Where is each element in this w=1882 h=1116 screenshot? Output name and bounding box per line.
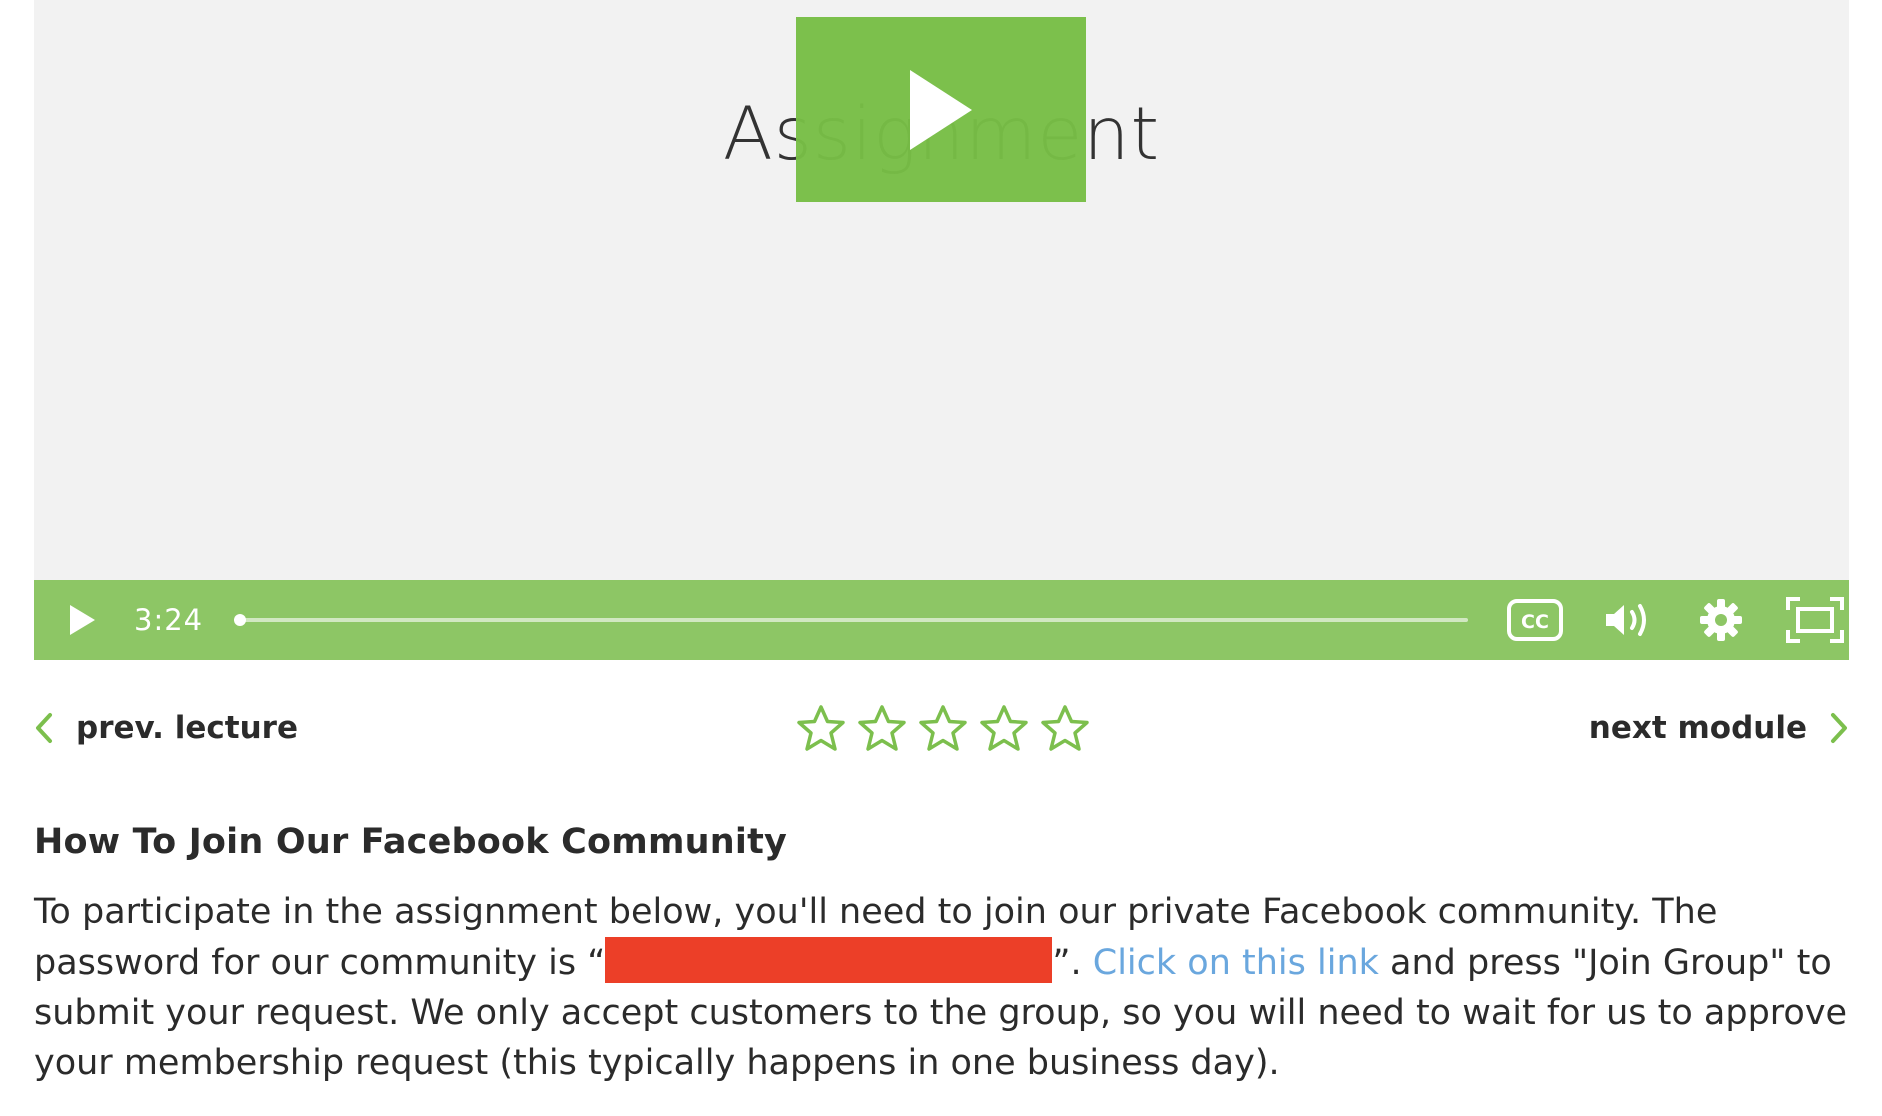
fullscreen-button[interactable]: [1784, 590, 1846, 650]
star-outline-icon: [796, 705, 845, 751]
rating-star-3[interactable]: [912, 700, 973, 756]
rating-star-4[interactable]: [973, 700, 1034, 756]
redacted-password: [605, 937, 1053, 983]
prev-lecture-label: prev. lecture: [76, 710, 298, 746]
current-time: 3:24: [134, 603, 204, 637]
play-icon: [70, 605, 95, 635]
star-outline-icon: [979, 705, 1028, 751]
fullscreen-icon: [1786, 597, 1844, 643]
prev-lecture-link[interactable]: prev. lecture: [34, 710, 298, 746]
star-rating[interactable]: [790, 700, 1095, 756]
facebook-group-link[interactable]: Click on this link: [1093, 943, 1379, 983]
play-icon: [910, 69, 972, 150]
instructions-paragraph: To participate in the assignment below, …: [34, 887, 1849, 1088]
section-heading: How To Join Our Facebook Community: [34, 822, 788, 862]
star-outline-icon: [1040, 705, 1089, 751]
closed-captions-icon: CC: [1507, 599, 1563, 641]
rating-star-2[interactable]: [851, 700, 912, 756]
svg-text:CC: CC: [1521, 611, 1549, 633]
progress-handle[interactable]: [234, 614, 246, 626]
paragraph-text: ”.: [1052, 943, 1093, 983]
progress-track: [236, 618, 1468, 622]
rating-star-1[interactable]: [790, 700, 851, 756]
gear-icon: [1700, 599, 1742, 641]
rating-star-5[interactable]: [1034, 700, 1095, 756]
lecture-navigation: prev. lecture next module: [34, 700, 1849, 760]
lecture-content: How To Join Our Facebook Community To pa…: [34, 822, 1849, 1088]
progress-scrubber[interactable]: [234, 605, 1468, 635]
video-control-bar: 3:24 CC: [34, 580, 1849, 660]
volume-button[interactable]: [1598, 590, 1660, 650]
chevron-left-icon: [36, 713, 52, 743]
video-player[interactable]: Assignment 3:24 CC: [34, 0, 1849, 660]
big-play-button[interactable]: [796, 17, 1086, 202]
chevron-right-icon: [1831, 713, 1847, 743]
captions-button[interactable]: CC: [1504, 590, 1566, 650]
star-outline-icon: [857, 705, 906, 751]
play-button[interactable]: [52, 590, 112, 650]
settings-button[interactable]: [1690, 590, 1752, 650]
next-module-link[interactable]: next module: [1589, 710, 1849, 746]
star-outline-icon: [918, 705, 967, 751]
volume-icon: [1606, 604, 1646, 636]
next-module-label: next module: [1588, 710, 1807, 746]
